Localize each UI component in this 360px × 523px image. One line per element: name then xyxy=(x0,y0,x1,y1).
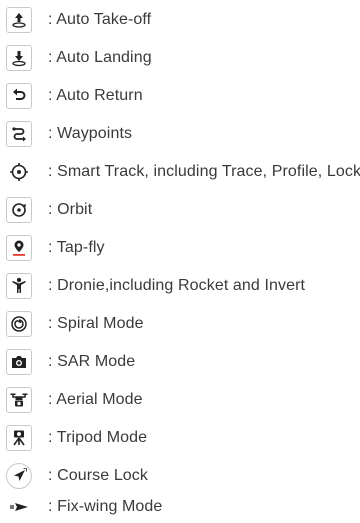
waypoints-icon xyxy=(6,121,32,147)
course-lock-icon xyxy=(6,463,32,489)
legend-label: : Dronie,including Rocket and Invert xyxy=(48,277,306,294)
fix-wing-mode-icon xyxy=(6,494,32,520)
list-item: : Fix-wing Mode xyxy=(6,492,162,522)
list-item: : Dronie,including Rocket and Invert xyxy=(6,271,305,301)
legend-label: : Fix-wing Mode xyxy=(48,498,163,515)
list-item: : Aerial Mode xyxy=(6,385,143,415)
spiral-mode-icon xyxy=(6,311,32,337)
list-item: : SAR Mode xyxy=(6,347,135,377)
aerial-mode-icon xyxy=(6,387,32,413)
flight-mode-legend: : Auto Take-off : Auto Landing : Auto Re… xyxy=(0,0,360,523)
dronie-icon xyxy=(6,273,32,299)
legend-label: : Auto Take-off xyxy=(48,11,152,28)
list-item: : Waypoints xyxy=(6,119,132,149)
orbit-icon xyxy=(6,197,32,223)
tap-fly-icon xyxy=(6,235,32,261)
legend-label: : Auto Landing xyxy=(48,49,152,66)
legend-label: : Auto Return xyxy=(48,87,143,104)
sar-mode-icon xyxy=(6,349,32,375)
legend-label: : Spiral Mode xyxy=(48,315,144,332)
list-item: : Course Lock xyxy=(6,461,148,491)
legend-label: : Waypoints xyxy=(48,125,133,142)
list-item: : Auto Landing xyxy=(6,43,152,73)
auto-landing-icon xyxy=(6,45,32,71)
legend-label: : Smart Track, including Trace, Profile,… xyxy=(48,163,360,180)
list-item: : Smart Track, including Trace, Profile,… xyxy=(6,157,360,187)
smart-track-icon xyxy=(6,159,32,185)
legend-label: : SAR Mode xyxy=(48,353,136,370)
auto-return-icon xyxy=(6,83,32,109)
legend-label: : Orbit xyxy=(48,201,93,218)
tripod-mode-icon xyxy=(6,425,32,451)
legend-label: : Tap-fly xyxy=(48,239,105,256)
list-item: : Spiral Mode xyxy=(6,309,144,339)
list-item: : Auto Take-off xyxy=(6,5,151,35)
list-item: : Tripod Mode xyxy=(6,423,147,453)
list-item: : Orbit xyxy=(6,195,92,225)
auto-takeoff-icon xyxy=(6,7,32,33)
list-item: : Tap-fly xyxy=(6,233,105,263)
list-item: : Auto Return xyxy=(6,81,143,111)
legend-label: : Tripod Mode xyxy=(48,429,148,446)
legend-label: : Course Lock xyxy=(48,467,149,484)
legend-label: : Aerial Mode xyxy=(48,391,143,408)
